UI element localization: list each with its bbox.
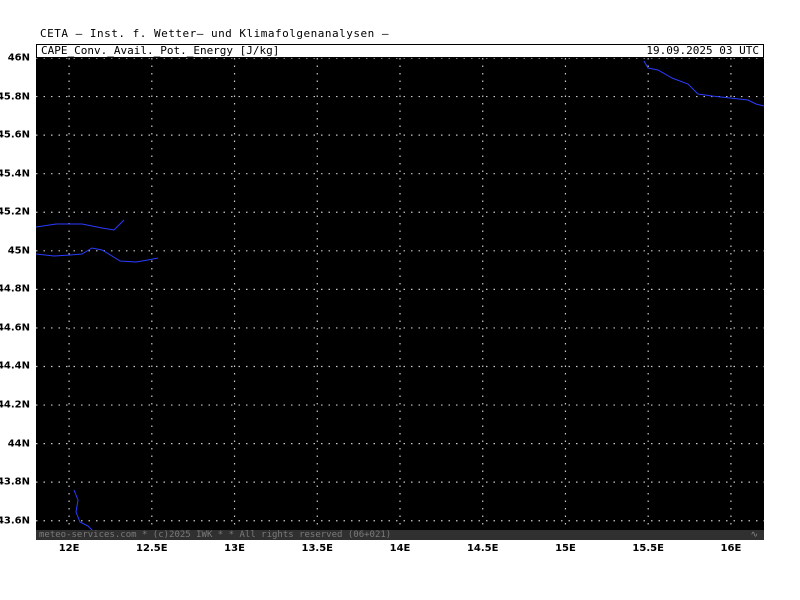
map-panel — [35, 57, 765, 540]
lat-tick-label: 44.8N — [0, 283, 30, 295]
coastline-west-upper — [35, 219, 125, 231]
lon-tick-label: 13.5E — [301, 543, 334, 554]
institute-header: CETA — Inst. f. Wetter— und Klimafolgena… — [40, 27, 390, 40]
lat-tick-label: 44N — [7, 438, 30, 450]
lon-tick-label: 14.5E — [466, 543, 499, 554]
lon-tick-label: 15.5E — [632, 543, 664, 554]
lat-tick-label: 43.8N — [0, 476, 30, 488]
wave-icon: ∿ — [750, 530, 758, 540]
coastline-west-lower — [35, 247, 159, 263]
graticule — [36, 57, 764, 540]
lat-tick-label: 45.4N — [0, 168, 30, 180]
coastline-northeast — [643, 60, 765, 107]
copyright-text: meteo-services.com * (c)2025 IWK * * All… — [39, 530, 392, 540]
lat-tick-label: 45.8N — [0, 91, 30, 103]
lat-tick-label: 44.6N — [0, 322, 30, 334]
lon-tick-label: 15E — [555, 543, 576, 554]
lat-tick-label: 45N — [7, 245, 30, 257]
lon-tick-label: 13E — [224, 543, 245, 554]
lon-tick-label: 14E — [389, 543, 411, 554]
lat-tick-label: 44.4N — [0, 360, 30, 372]
lon-tick-label: 12.5E — [136, 543, 168, 554]
lon-tick-label: 12E — [58, 543, 80, 554]
lon-tick-label: 16E — [720, 543, 742, 554]
lat-tick-label: 46N — [7, 52, 30, 64]
parameter-label: CAPE_Conv._Avail._Pot._Energy [J/kg] — [41, 44, 280, 57]
title-bar: CAPE_Conv._Avail._Pot._Energy [J/kg] 19.… — [36, 44, 764, 58]
lat-tick-label: 43.6N — [0, 515, 30, 527]
lat-tick-label: 45.6N — [0, 129, 30, 141]
valid-time: 19.09.2025 03 UTC — [646, 44, 759, 57]
lat-tick-label: 44.2N — [0, 399, 30, 411]
lat-tick-label: 45.2N — [0, 206, 30, 218]
copyright-footer: meteo-services.com * (c)2025 IWK * * All… — [36, 530, 764, 540]
map-canvas — [35, 57, 765, 540]
